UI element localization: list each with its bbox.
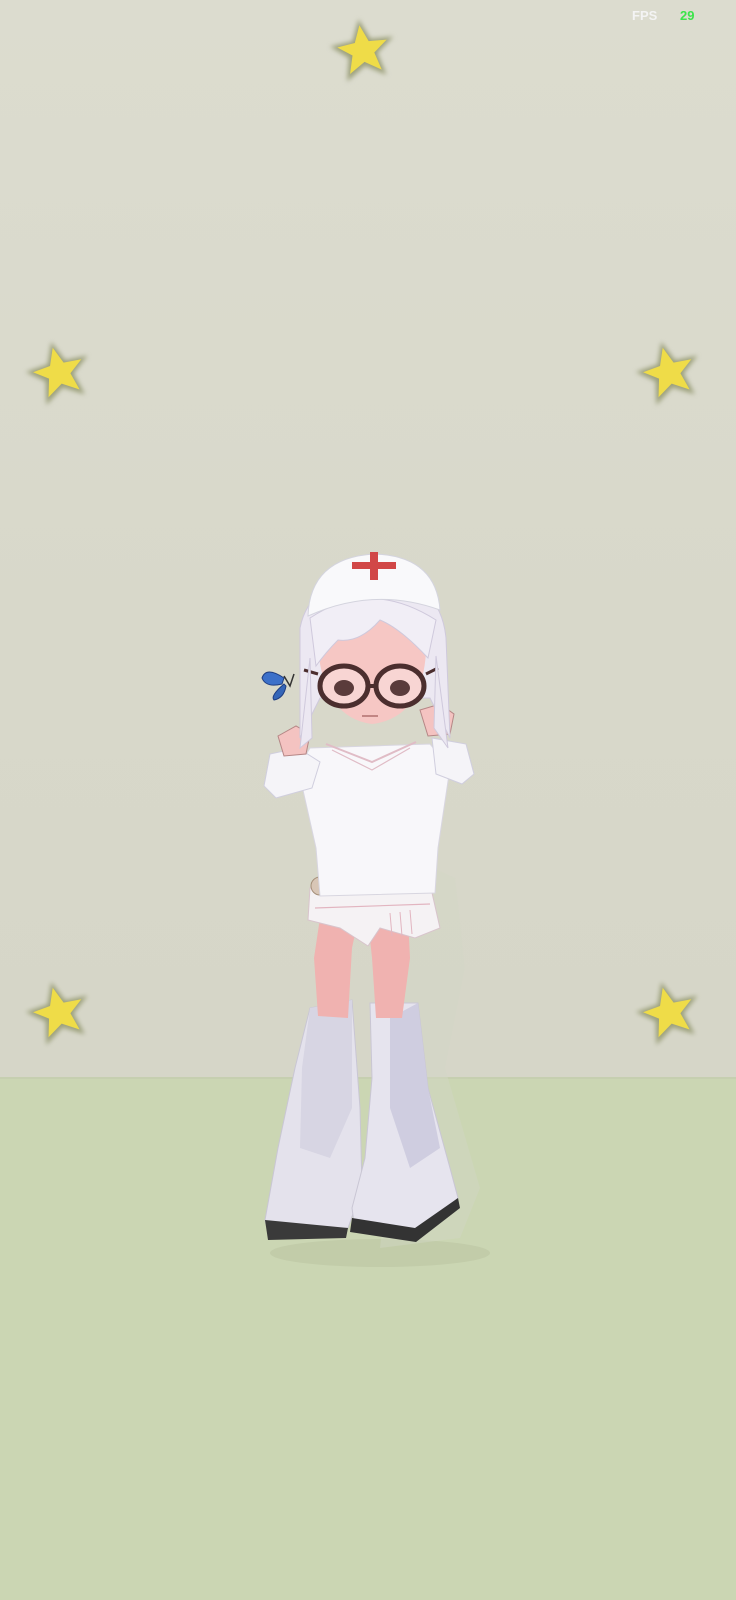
game-viewport[interactable]: FPS 29 [0, 0, 736, 1600]
star-icon [25, 981, 88, 1046]
butterfly-icon [261, 671, 295, 701]
star-icon [25, 341, 88, 406]
star-icon [635, 981, 698, 1046]
star-icon [635, 341, 698, 406]
star-icon [330, 19, 394, 82]
nurse-character[interactable] [240, 548, 510, 1278]
fps-label: FPS [632, 8, 658, 23]
fps-value: 29 [680, 8, 695, 23]
